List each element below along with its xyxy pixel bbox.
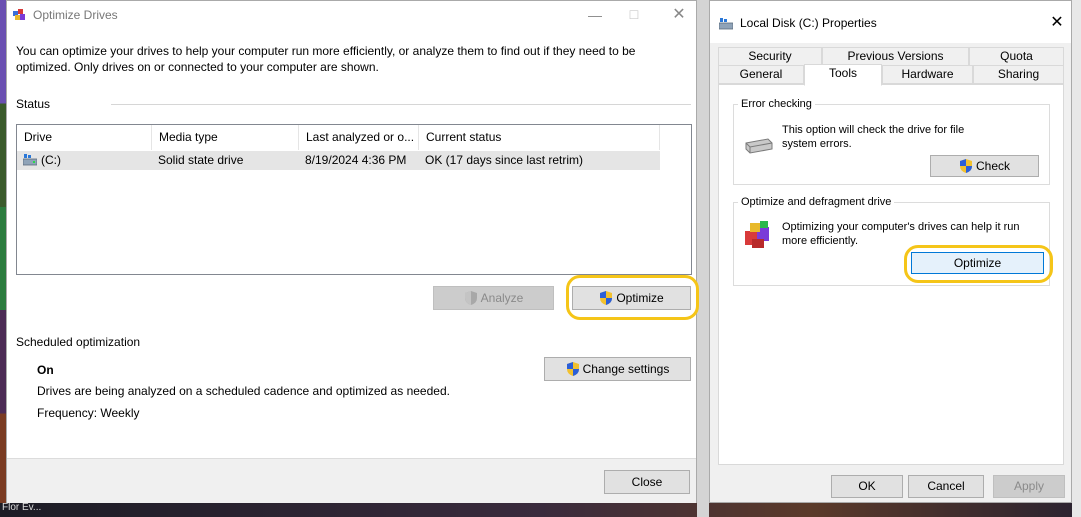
apply-button[interactable]: Apply bbox=[993, 475, 1065, 498]
optimize-button-label: Optimize bbox=[616, 291, 664, 305]
analyze-button-label: Analyze bbox=[480, 291, 524, 305]
optimize-defrag-text: Optimizing your computer's drives can he… bbox=[782, 221, 1020, 247]
tab-tools[interactable]: Tools bbox=[804, 64, 882, 86]
optimize-defrag-label: Optimize and defragment drive bbox=[738, 196, 895, 208]
tools-tab-panel: Error checking This option will check th… bbox=[718, 84, 1064, 465]
defrag-app-icon bbox=[13, 9, 25, 20]
dialog-close-icon[interactable]: ✕ bbox=[1047, 13, 1067, 33]
footer-bar: Close bbox=[7, 458, 696, 503]
change-settings-button[interactable]: Change settings bbox=[544, 357, 691, 381]
uac-shield-icon bbox=[566, 362, 579, 376]
dialog-title-bar: Local Disk (C:) Properties ✕ bbox=[710, 1, 1071, 43]
media-type-cell: Solid state drive bbox=[158, 153, 244, 167]
close-button[interactable]: Close bbox=[604, 470, 690, 494]
optimize-drives-window: Optimize Drives — ☐ ✕ You can optimize y… bbox=[6, 0, 699, 503]
tab-quota[interactable]: Quota bbox=[969, 47, 1064, 66]
drive-list[interactable]: Drive Media type Last analyzed or o... C… bbox=[16, 124, 692, 275]
uac-shield-icon bbox=[959, 159, 972, 173]
ok-button[interactable]: OK bbox=[831, 475, 903, 498]
scheduled-section-label: Scheduled optimization bbox=[16, 335, 141, 349]
change-settings-label: Change settings bbox=[582, 362, 670, 376]
taskbar-text: Flor Ev... bbox=[2, 502, 42, 513]
column-header-media-type[interactable]: Media type bbox=[152, 125, 299, 150]
defrag-icon bbox=[745, 221, 769, 248]
schedule-description: Drives are being analyzed on a scheduled… bbox=[37, 384, 450, 398]
column-header-drive[interactable]: Drive bbox=[17, 125, 152, 150]
window-title: Optimize Drives bbox=[33, 8, 118, 22]
maximize-button[interactable]: ☐ bbox=[624, 5, 644, 25]
uac-shield-icon bbox=[600, 291, 613, 305]
tab-sharing[interactable]: Sharing bbox=[973, 65, 1064, 84]
tab-hardware[interactable]: Hardware bbox=[882, 65, 973, 84]
optimize-button[interactable]: Optimize bbox=[572, 286, 691, 310]
column-header-last-analyzed[interactable]: Last analyzed or o... bbox=[299, 125, 419, 150]
local-disk-properties-dialog: Local Disk (C:) Properties ✕ Security Pr… bbox=[709, 0, 1072, 503]
check-button-label: Check bbox=[975, 159, 1010, 173]
drive-icon bbox=[719, 18, 733, 30]
background-window-edge bbox=[1072, 0, 1081, 517]
uac-shield-icon bbox=[464, 291, 477, 305]
hard-drive-icon bbox=[745, 138, 773, 154]
check-button[interactable]: Check bbox=[930, 155, 1039, 177]
schedule-state: On bbox=[37, 363, 54, 377]
tab-general[interactable]: General bbox=[718, 65, 804, 84]
close-window-button[interactable]: ✕ bbox=[669, 5, 689, 25]
minimize-button[interactable]: — bbox=[585, 5, 605, 25]
title-bar: Optimize Drives — ☐ ✕ bbox=[7, 1, 696, 29]
dialog-title: Local Disk (C:) Properties bbox=[740, 16, 877, 30]
current-status-cell: OK (17 days since last retrim) bbox=[425, 153, 584, 167]
drive-name-cell: (C:) bbox=[41, 153, 61, 167]
ssd-drive-icon bbox=[23, 154, 37, 166]
intro-text: You can optimize your drives to help you… bbox=[16, 44, 636, 74]
schedule-frequency: Frequency: Weekly bbox=[37, 406, 140, 420]
column-header-current-status[interactable]: Current status bbox=[419, 125, 660, 150]
analyze-button[interactable]: Analyze bbox=[433, 286, 554, 310]
last-analyzed-cell: 8/19/2024 4:36 PM bbox=[305, 153, 407, 167]
status-section-label: Status bbox=[16, 97, 51, 111]
status-separator bbox=[111, 104, 691, 105]
error-checking-label: Error checking bbox=[738, 98, 815, 110]
taskbar-strip bbox=[0, 503, 1081, 517]
cancel-button[interactable]: Cancel bbox=[908, 475, 984, 498]
error-checking-text: This option will check the drive for fil… bbox=[782, 124, 965, 150]
background-window-strip bbox=[697, 0, 709, 517]
properties-optimize-button[interactable]: Optimize bbox=[911, 252, 1044, 274]
